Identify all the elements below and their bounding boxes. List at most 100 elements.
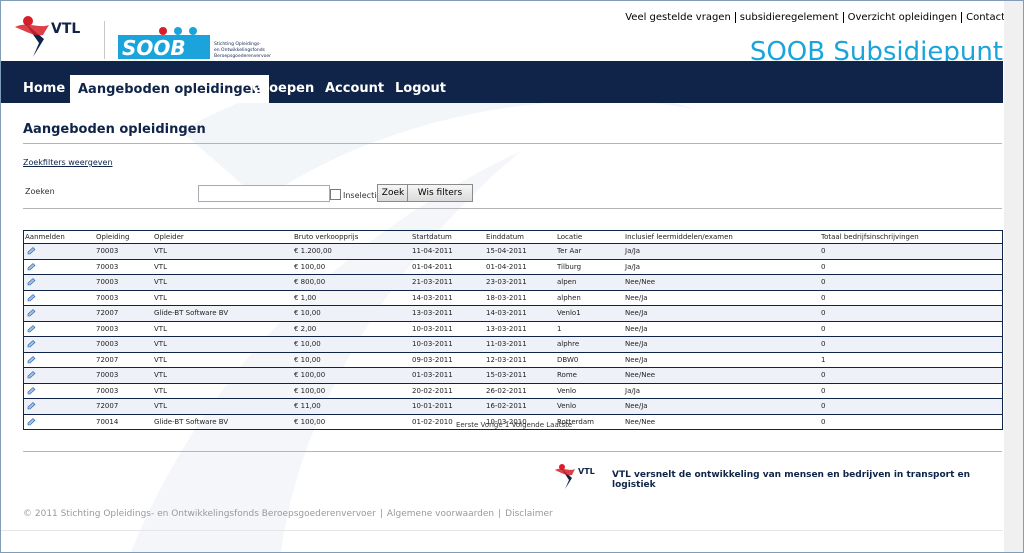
- cell-einddatum: 14-03-2011: [486, 309, 527, 317]
- col-bruto-verkoopprijs: Bruto verkoopprijs: [294, 233, 359, 241]
- col-totaal-inschrijvingen: Totaal bedrijfsinschrijvingen: [821, 233, 919, 241]
- cell-opleider: Glide-BT Software BV: [154, 417, 229, 426]
- cell-inclusief-leermiddelen: Nee/Nee: [625, 278, 656, 286]
- enroll-edit-icon[interactable]: [27, 293, 36, 302]
- cell-opleiding: 70003: [96, 262, 119, 271]
- vertical-scrollbar[interactable]: [1004, 1, 1023, 552]
- cell-totaal-inschrijvingen: 0: [821, 386, 826, 395]
- nav-groepen[interactable]: Groepen: [244, 74, 322, 103]
- header-divider: [104, 21, 105, 59]
- cell-inclusief-leermiddelen: Nee/Ja: [625, 355, 648, 364]
- cell-inclusief-leermiddelen: Nee/Ja: [625, 340, 648, 348]
- cell-totaal-inschrijvingen: 0: [821, 278, 826, 286]
- cell-opleiding: 72007: [96, 402, 119, 410]
- enroll-edit-icon[interactable]: [27, 262, 36, 271]
- enroll-edit-icon[interactable]: [27, 247, 36, 255]
- cell-startdatum: 11-04-2011: [412, 247, 453, 255]
- pager-current: 1: [504, 421, 510, 429]
- enroll-edit-icon[interactable]: [27, 417, 36, 426]
- cell-locatie: alphen: [557, 293, 581, 302]
- table-row: 70003 VTL € 2,00 10-03-2011 13-03-2011 1 Nee/J…: [24, 322, 1002, 337]
- cell-bruto-verkoopprijs: € 100,00: [294, 262, 326, 271]
- cell-startdatum: 10-03-2011: [412, 340, 453, 348]
- link-overzicht-opleidingen[interactable]: Overzicht opleidingen: [843, 12, 963, 23]
- search-input[interactable]: [198, 185, 330, 202]
- browser-frame: VTL SOOB Stichting Opleidings- en Ontwik…: [0, 0, 1024, 553]
- pager-first[interactable]: Eerste: [456, 421, 478, 429]
- pager: Eerste Vorige 1 Volgende Laatste: [456, 421, 572, 429]
- link-subsidieregelement[interactable]: subsidieregelement: [735, 12, 844, 23]
- cell-startdatum: 10-01-2011: [412, 402, 453, 410]
- enroll-edit-icon[interactable]: [27, 309, 36, 317]
- cell-totaal-inschrijvingen: 0: [821, 262, 826, 271]
- copyright: © 2011 Stichting Opleidings- en Ontwikke…: [23, 509, 557, 519]
- cell-opleider: VTL: [154, 324, 167, 333]
- cell-opleiding: 72007: [96, 309, 119, 317]
- pager-next[interactable]: Volgende: [512, 421, 544, 429]
- cell-locatie: Rome: [557, 371, 577, 379]
- link-disclaimer[interactable]: Disclaimer: [501, 509, 557, 519]
- enroll-edit-icon[interactable]: [27, 278, 36, 286]
- main-content: Aangeboden opleidingen Zoekfilters weerg…: [1, 103, 1003, 552]
- table-row: 70003 VTL € 100,00 01-03-2011 15-03-2011 Rome…: [24, 368, 1002, 384]
- enroll-edit-icon[interactable]: [27, 355, 36, 364]
- nav-aangeboden-opleidingen[interactable]: Aangeboden opleidingen: [70, 75, 269, 103]
- main-nav: Home Aangeboden opleidingen Groepen Acco…: [1, 61, 1003, 103]
- enroll-edit-icon[interactable]: [27, 371, 36, 379]
- cell-totaal-inschrijvingen: 0: [821, 247, 826, 255]
- table-row: 70003 VTL € 100,00 20-02-2011 26-02-2011 Venl…: [24, 384, 1002, 399]
- cell-opleider: Glide-BT Software BV: [154, 309, 229, 317]
- inselectie-checkbox[interactable]: [330, 189, 341, 200]
- cell-startdatum: 09-03-2011: [412, 355, 453, 364]
- table-row: 70003 VTL € 1.200,00 11-04-2011 15-04-2011 Te…: [24, 244, 1002, 260]
- cell-einddatum: 18-03-2011: [486, 293, 527, 302]
- table-body: 70003 VTL € 1.200,00 11-04-2011 15-04-2011 Te…: [24, 244, 1002, 429]
- cell-opleider: VTL: [154, 402, 167, 410]
- wis-filters-button[interactable]: Wis filters: [407, 184, 473, 202]
- nav-home[interactable]: Home: [15, 74, 73, 103]
- cell-opleiding: 70003: [96, 247, 119, 255]
- cell-einddatum: 15-04-2011: [486, 247, 527, 255]
- cell-bruto-verkoopprijs: € 2,00: [294, 324, 317, 333]
- cell-bruto-verkoopprijs: € 11,00: [294, 402, 321, 410]
- cell-inclusief-leermiddelen: Ja/Ja: [625, 262, 641, 271]
- enroll-edit-icon[interactable]: [27, 402, 36, 410]
- link-contact[interactable]: Contact: [962, 12, 1005, 23]
- nav-logout[interactable]: Logout: [387, 74, 454, 103]
- cell-einddatum: 12-03-2011: [486, 355, 527, 364]
- link-algemene-voorwaarden[interactable]: Algemene voorwaarden: [383, 509, 498, 519]
- cell-bruto-verkoopprijs: € 1,00: [294, 293, 317, 302]
- svg-text:VTL: VTL: [51, 21, 80, 37]
- cell-totaal-inschrijvingen: 0: [821, 402, 826, 410]
- show-filters-link[interactable]: Zoekfilters weergeven: [23, 158, 113, 167]
- title-divider: [23, 143, 1002, 144]
- table-row: 72007 Glide-BT Software BV € 10,00 13-03-20…: [24, 306, 1002, 322]
- table-row: 70003 VTL € 100,00 01-04-2011 01-04-2011 Tilb…: [24, 260, 1002, 275]
- copyright-text: © 2011 Stichting Opleidings- en Ontwikke…: [23, 509, 376, 519]
- col-locatie: Locatie: [557, 233, 583, 241]
- vtl-footer-logo: VTL: [555, 464, 595, 489]
- vtl-logo[interactable]: VTL: [13, 13, 103, 59]
- cell-totaal-inschrijvingen: 0: [821, 309, 826, 317]
- footer-tagline: VTL versnelt de ontwikkeling van mensen …: [612, 470, 971, 490]
- cell-einddatum: 11-03-2011: [486, 340, 527, 348]
- cell-opleider: VTL: [154, 355, 167, 364]
- pager-last[interactable]: Laatste: [546, 421, 572, 429]
- cell-opleider: VTL: [154, 371, 167, 379]
- zoek-button[interactable]: Zoek: [377, 184, 409, 202]
- soob-logo[interactable]: SOOB Stichting Opleidings- en Ontwikkeli…: [118, 27, 288, 59]
- enroll-edit-icon[interactable]: [27, 324, 36, 333]
- cell-startdatum: 21-03-2011: [412, 278, 453, 286]
- pager-prev[interactable]: Vorige: [481, 421, 503, 429]
- cell-einddatum: 16-02-2011: [486, 402, 527, 410]
- cell-opleiding: 70014: [96, 417, 119, 426]
- cell-totaal-inschrijvingen: 1: [821, 355, 826, 364]
- cell-totaal-inschrijvingen: 0: [821, 417, 826, 426]
- nav-account[interactable]: Account: [317, 74, 392, 103]
- cell-locatie: alphre: [557, 340, 580, 348]
- cell-locatie: alpen: [557, 278, 577, 286]
- cell-einddatum: 23-03-2011: [486, 278, 527, 286]
- enroll-edit-icon[interactable]: [27, 340, 36, 348]
- link-veel-gestelde-vragen[interactable]: Veel gestelde vragen: [621, 12, 736, 23]
- enroll-edit-icon[interactable]: [27, 386, 36, 395]
